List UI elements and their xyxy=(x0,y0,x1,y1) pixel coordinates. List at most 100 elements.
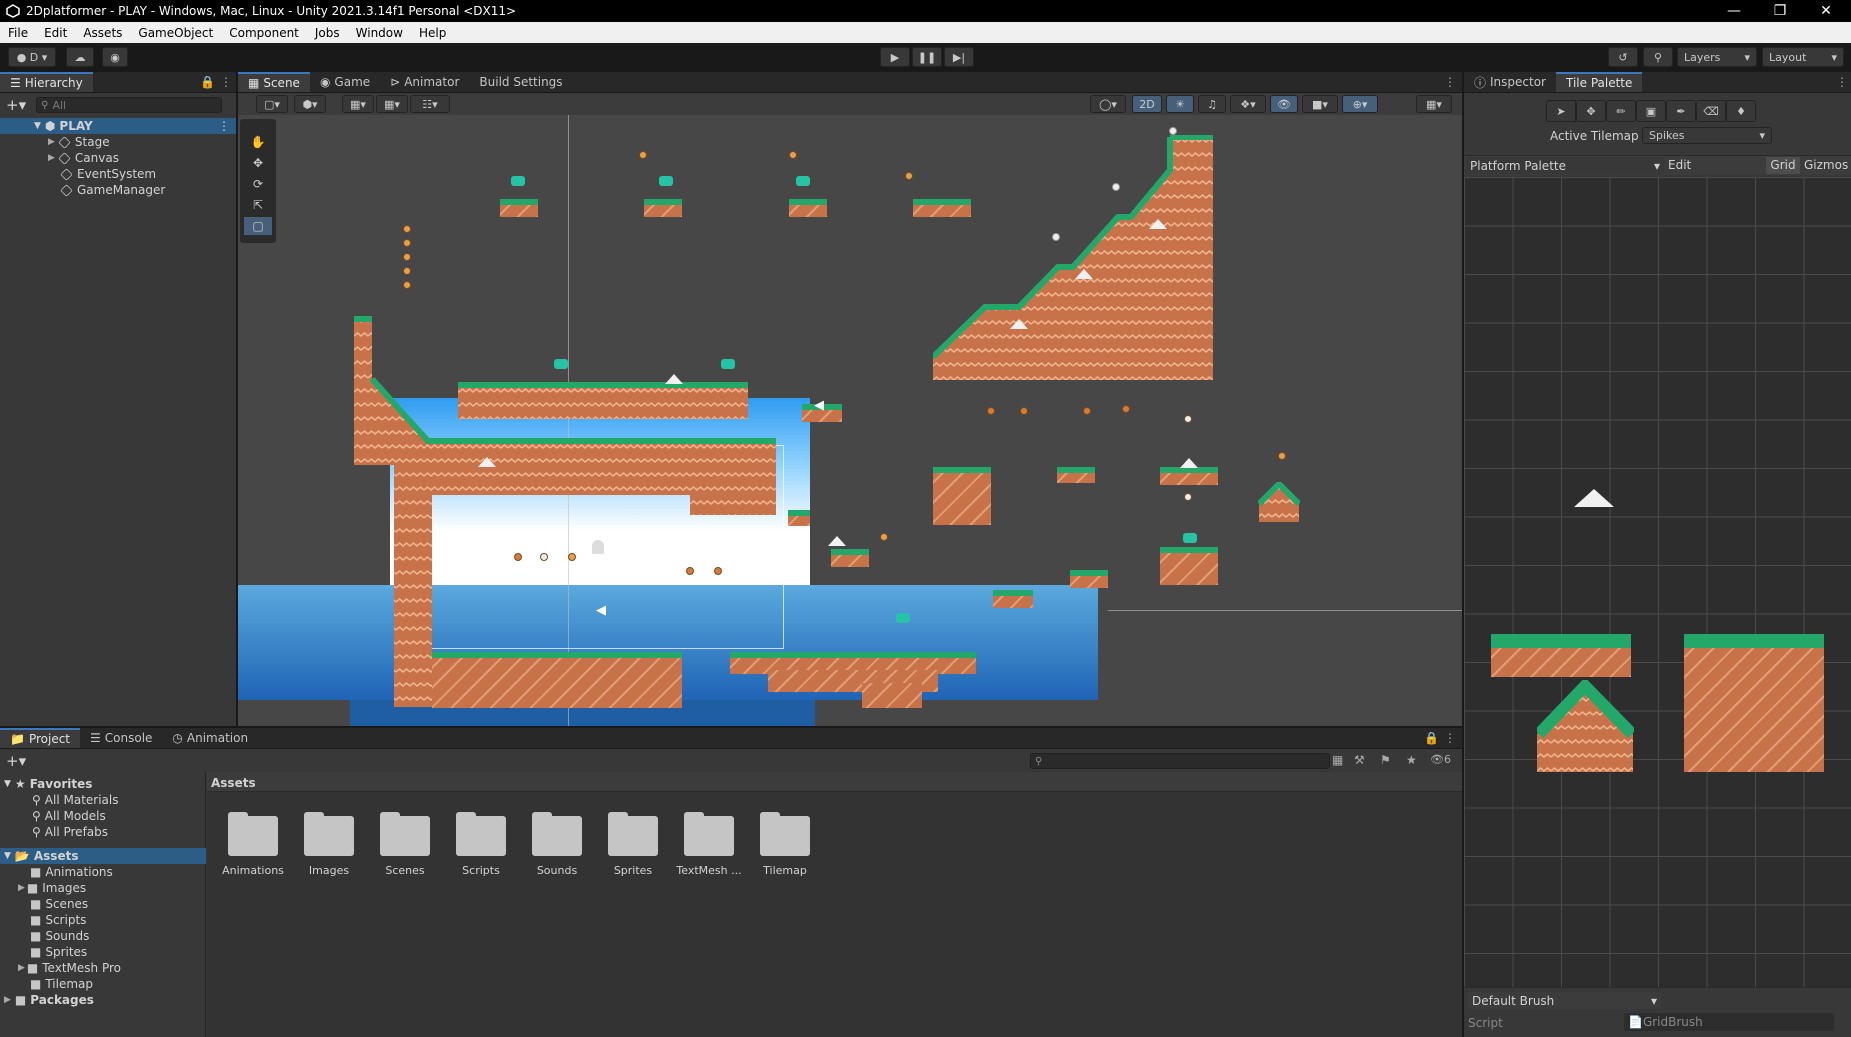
asset-folder-row[interactable]: ▶ ■ Images xyxy=(0,880,206,896)
lock-icon[interactable]: 🔒 xyxy=(200,75,215,89)
lighting-icon[interactable]: ☀ xyxy=(1166,95,1194,113)
folder-label[interactable]: Scenes xyxy=(365,864,445,877)
menu-file[interactable]: File xyxy=(0,26,36,40)
layers-dropdown[interactable]: Layers ▾ xyxy=(1677,47,1757,67)
more-icon[interactable]: ⋮ xyxy=(1836,75,1848,89)
scene-viewport[interactable]: ✋ ✥ ⟳ ⇱ ▢ ◀ ◀ xyxy=(238,115,1462,726)
favorites-item[interactable]: ⚲ All Models xyxy=(0,808,206,824)
play-button[interactable]: ▶ xyxy=(880,47,910,67)
folder-label[interactable]: Sounds xyxy=(517,864,597,877)
expand-arrow-icon[interactable]: ▼ xyxy=(4,779,11,789)
picker-icon[interactable]: ✒ xyxy=(1666,100,1696,122)
move-tool-icon[interactable]: ✥ xyxy=(1576,100,1606,122)
expand-arrow-icon[interactable]: ▶ xyxy=(48,153,55,163)
collab-icon[interactable]: ◉ xyxy=(102,47,128,67)
tab-hierarchy[interactable]: ☰ Hierarchy xyxy=(0,72,93,92)
folder-label[interactable]: Animations xyxy=(213,864,293,877)
folder-label[interactable]: Scripts xyxy=(441,864,521,877)
asset-folder-row[interactable]: ■ Animations xyxy=(0,864,206,880)
move-tool-icon[interactable]: ✥ xyxy=(244,154,272,172)
folder-icon[interactable] xyxy=(608,812,658,856)
hierarchy-item-eventsystem[interactable]: EventSystem xyxy=(0,166,236,182)
history-icon[interactable]: ↺ xyxy=(1608,47,1638,67)
hidden-objects-icon[interactable]: 👁 xyxy=(1270,95,1298,113)
hidden-packages-toggle[interactable]: 👁6 xyxy=(1430,753,1451,766)
asset-folder-row[interactable]: ■ Scenes xyxy=(0,896,206,912)
tab-project[interactable]: 📁 Project xyxy=(0,728,81,748)
folder-icon[interactable] xyxy=(456,812,506,856)
rect-tool-icon[interactable]: ▢ xyxy=(244,217,272,235)
rotate-tool-icon[interactable]: ⟳ xyxy=(244,175,272,193)
add-icon[interactable]: +▾ xyxy=(6,96,26,114)
more-icon[interactable]: ⋮ xyxy=(218,119,230,133)
mode-2d-toggle[interactable]: 2D xyxy=(1132,95,1162,113)
folder-label[interactable]: Tilemap xyxy=(745,864,825,877)
cloud-icon[interactable]: ☁ xyxy=(66,47,94,67)
minimize-button[interactable]: — xyxy=(1711,0,1757,22)
folder-label[interactable]: TextMesh ... xyxy=(669,864,749,877)
assets-root-row[interactable]: ▼ 📂 Assets xyxy=(0,848,206,864)
expand-arrow-icon[interactable]: ▶ xyxy=(48,137,55,147)
breadcrumb-assets[interactable]: Assets xyxy=(211,776,256,790)
account-button[interactable]: ● D ▾ xyxy=(8,47,56,67)
asset-folder-row[interactable]: ■ Sounds xyxy=(0,928,206,944)
tab-console[interactable]: ☰ Console xyxy=(80,728,162,748)
expand-arrow-icon[interactable]: ▶ xyxy=(4,995,11,1005)
search-by-type-icon[interactable]: ▦ xyxy=(1332,753,1343,767)
active-tilemap-dropdown[interactable]: Spikes ▾ xyxy=(1642,127,1772,144)
tag-icon[interactable]: ⚑ xyxy=(1380,753,1391,767)
add-icon[interactable]: +▾ xyxy=(6,752,26,770)
menu-edit[interactable]: Edit xyxy=(36,26,75,40)
menu-jobs[interactable]: Jobs xyxy=(307,26,348,40)
camera-icon[interactable]: ■▾ xyxy=(1302,95,1338,113)
menu-window[interactable]: Window xyxy=(348,26,411,40)
more-icon[interactable]: ⋮ xyxy=(1444,75,1456,89)
close-button[interactable]: ✕ xyxy=(1803,0,1849,22)
tab-build-settings[interactable]: Build Settings xyxy=(469,72,572,92)
favorites-row[interactable]: ▼ ★ Favorites xyxy=(0,776,206,792)
menu-assets[interactable]: Assets xyxy=(75,26,130,40)
grid-visibility-icon[interactable]: ☷▾ xyxy=(410,95,450,113)
scene-root-row[interactable]: ▼ ⬢ PLAY ⋮ xyxy=(0,118,236,134)
tab-scene[interactable]: ▦ Scene xyxy=(238,72,310,92)
hierarchy-item-canvas[interactable]: ▶ Canvas xyxy=(0,150,236,166)
more-icon[interactable]: ⋮ xyxy=(1444,731,1456,745)
gizmos-icon[interactable]: ⊕▾ xyxy=(1342,95,1378,113)
asset-folder-row[interactable]: ▶ ■ TextMesh Pro xyxy=(0,960,206,976)
spike-tile[interactable] xyxy=(1574,489,1614,507)
pause-button[interactable]: ❚❚ xyxy=(912,47,942,67)
menu-component[interactable]: Component xyxy=(221,26,307,40)
expand-arrow-icon[interactable]: ▶ xyxy=(18,883,25,893)
hierarchy-item-gamemanager[interactable]: GameManager xyxy=(0,182,236,198)
folder-icon[interactable] xyxy=(228,812,278,856)
star-icon[interactable]: ★ xyxy=(1406,753,1417,767)
expand-arrow-icon[interactable]: ▼ xyxy=(4,851,11,861)
asset-folder-row[interactable]: ■ Tilemap xyxy=(0,976,206,992)
tab-game[interactable]: ◉ Game xyxy=(310,72,380,92)
folder-icon[interactable] xyxy=(380,812,430,856)
folder-icon[interactable] xyxy=(684,812,734,856)
search-by-label-icon[interactable]: ⚒ xyxy=(1354,753,1365,767)
palette-grid[interactable] xyxy=(1464,177,1851,987)
folder-icon[interactable] xyxy=(304,812,354,856)
asset-folder-row[interactable]: ■ Sprites xyxy=(0,944,206,960)
search-icon[interactable]: ⚲ xyxy=(1643,47,1673,67)
grid-toggle[interactable]: Grid xyxy=(1766,157,1800,174)
hierarchy-item-stage[interactable]: ▶ Stage xyxy=(0,134,236,150)
paint-brush-icon[interactable]: ✏ xyxy=(1606,100,1636,122)
tab-tile-palette[interactable]: Tile Palette xyxy=(1556,72,1643,92)
grid-snap-icon[interactable]: ▦▾ xyxy=(342,95,374,113)
transform-tool-icon[interactable] xyxy=(244,237,272,243)
platform-tile[interactable] xyxy=(1684,634,1824,772)
folder-label[interactable]: Images xyxy=(289,864,369,877)
shading-icon[interactable]: ◯▾ xyxy=(1090,95,1126,113)
project-search-input[interactable]: ⚲ xyxy=(1030,753,1330,769)
folder-icon[interactable] xyxy=(532,812,582,856)
menu-gameobject[interactable]: GameObject xyxy=(130,26,221,40)
tab-inspector[interactable]: ⓘ Inspector xyxy=(1464,72,1556,92)
restore-button[interactable]: ❐ xyxy=(1757,0,1803,22)
favorites-item[interactable]: ⚲ All Prefabs xyxy=(0,824,206,840)
expand-arrow-icon[interactable]: ▼ xyxy=(34,121,41,131)
platform-tile[interactable] xyxy=(1491,634,1631,677)
step-button[interactable]: ▶| xyxy=(944,47,974,67)
